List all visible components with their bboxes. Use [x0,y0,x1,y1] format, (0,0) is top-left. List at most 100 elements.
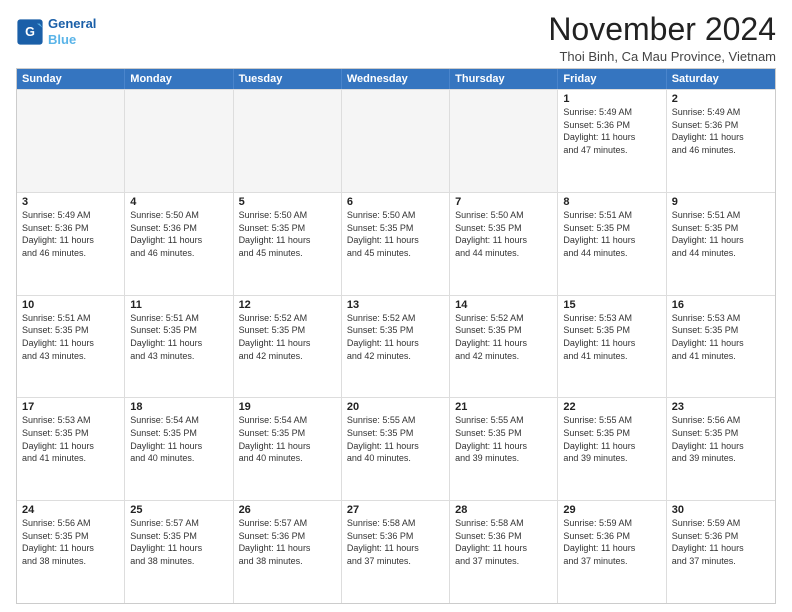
calendar-header: SundayMondayTuesdayWednesdayThursdayFrid… [17,69,775,89]
calendar-cell: 14Sunrise: 5:52 AM Sunset: 5:35 PM Dayli… [450,296,558,398]
calendar-row: 24Sunrise: 5:56 AM Sunset: 5:35 PM Dayli… [17,500,775,603]
day-number: 20 [347,401,444,413]
day-number: 6 [347,196,444,208]
day-number: 15 [563,299,660,311]
day-info: Sunrise: 5:50 AM Sunset: 5:35 PM Dayligh… [239,209,336,259]
logo-text: General Blue [48,16,96,47]
calendar-cell: 11Sunrise: 5:51 AM Sunset: 5:35 PM Dayli… [125,296,233,398]
day-info: Sunrise: 5:50 AM Sunset: 5:36 PM Dayligh… [130,209,227,259]
calendar-cell: 30Sunrise: 5:59 AM Sunset: 5:36 PM Dayli… [667,501,775,603]
svg-text:G: G [25,25,35,39]
day-info: Sunrise: 5:53 AM Sunset: 5:35 PM Dayligh… [672,312,770,362]
day-number: 10 [22,299,119,311]
day-number: 26 [239,504,336,516]
day-number: 5 [239,196,336,208]
day-info: Sunrise: 5:55 AM Sunset: 5:35 PM Dayligh… [563,414,660,464]
calendar-cell: 16Sunrise: 5:53 AM Sunset: 5:35 PM Dayli… [667,296,775,398]
logo-line2: Blue [48,32,96,48]
day-number: 29 [563,504,660,516]
day-number: 14 [455,299,552,311]
day-number: 7 [455,196,552,208]
calendar-cell: 24Sunrise: 5:56 AM Sunset: 5:35 PM Dayli… [17,501,125,603]
weekday-header: Thursday [450,69,558,89]
day-info: Sunrise: 5:55 AM Sunset: 5:35 PM Dayligh… [347,414,444,464]
day-number: 16 [672,299,770,311]
day-info: Sunrise: 5:50 AM Sunset: 5:35 PM Dayligh… [347,209,444,259]
day-info: Sunrise: 5:51 AM Sunset: 5:35 PM Dayligh… [563,209,660,259]
day-number: 3 [22,196,119,208]
calendar-cell: 7Sunrise: 5:50 AM Sunset: 5:35 PM Daylig… [450,193,558,295]
day-info: Sunrise: 5:52 AM Sunset: 5:35 PM Dayligh… [239,312,336,362]
calendar-cell: 15Sunrise: 5:53 AM Sunset: 5:35 PM Dayli… [558,296,666,398]
day-number: 27 [347,504,444,516]
calendar-cell: 20Sunrise: 5:55 AM Sunset: 5:35 PM Dayli… [342,398,450,500]
day-number: 13 [347,299,444,311]
calendar-cell: 19Sunrise: 5:54 AM Sunset: 5:35 PM Dayli… [234,398,342,500]
day-number: 21 [455,401,552,413]
calendar-cell: 6Sunrise: 5:50 AM Sunset: 5:35 PM Daylig… [342,193,450,295]
calendar-cell: 2Sunrise: 5:49 AM Sunset: 5:36 PM Daylig… [667,90,775,192]
day-info: Sunrise: 5:57 AM Sunset: 5:35 PM Dayligh… [130,517,227,567]
day-info: Sunrise: 5:49 AM Sunset: 5:36 PM Dayligh… [22,209,119,259]
day-number: 18 [130,401,227,413]
month-title: November 2024 [548,12,776,47]
calendar-row: 10Sunrise: 5:51 AM Sunset: 5:35 PM Dayli… [17,295,775,398]
day-number: 8 [563,196,660,208]
weekday-header: Sunday [17,69,125,89]
day-number: 9 [672,196,770,208]
day-info: Sunrise: 5:54 AM Sunset: 5:35 PM Dayligh… [130,414,227,464]
calendar-cell [17,90,125,192]
calendar-cell: 10Sunrise: 5:51 AM Sunset: 5:35 PM Dayli… [17,296,125,398]
calendar: SundayMondayTuesdayWednesdayThursdayFrid… [16,68,776,604]
calendar-cell [125,90,233,192]
day-number: 2 [672,93,770,105]
day-number: 11 [130,299,227,311]
day-info: Sunrise: 5:49 AM Sunset: 5:36 PM Dayligh… [563,106,660,156]
calendar-row: 1Sunrise: 5:49 AM Sunset: 5:36 PM Daylig… [17,89,775,192]
day-info: Sunrise: 5:58 AM Sunset: 5:36 PM Dayligh… [455,517,552,567]
day-number: 28 [455,504,552,516]
calendar-row: 17Sunrise: 5:53 AM Sunset: 5:35 PM Dayli… [17,397,775,500]
day-info: Sunrise: 5:51 AM Sunset: 5:35 PM Dayligh… [130,312,227,362]
day-number: 25 [130,504,227,516]
day-number: 4 [130,196,227,208]
weekday-header: Monday [125,69,233,89]
calendar-cell: 4Sunrise: 5:50 AM Sunset: 5:36 PM Daylig… [125,193,233,295]
day-number: 24 [22,504,119,516]
calendar-cell [450,90,558,192]
calendar-cell: 9Sunrise: 5:51 AM Sunset: 5:35 PM Daylig… [667,193,775,295]
day-info: Sunrise: 5:56 AM Sunset: 5:35 PM Dayligh… [22,517,119,567]
weekday-header: Wednesday [342,69,450,89]
day-number: 23 [672,401,770,413]
day-number: 22 [563,401,660,413]
weekday-header: Tuesday [234,69,342,89]
day-info: Sunrise: 5:55 AM Sunset: 5:35 PM Dayligh… [455,414,552,464]
day-info: Sunrise: 5:56 AM Sunset: 5:35 PM Dayligh… [672,414,770,464]
day-info: Sunrise: 5:51 AM Sunset: 5:35 PM Dayligh… [672,209,770,259]
calendar-cell: 13Sunrise: 5:52 AM Sunset: 5:35 PM Dayli… [342,296,450,398]
calendar-cell: 28Sunrise: 5:58 AM Sunset: 5:36 PM Dayli… [450,501,558,603]
calendar-cell: 27Sunrise: 5:58 AM Sunset: 5:36 PM Dayli… [342,501,450,603]
calendar-cell: 23Sunrise: 5:56 AM Sunset: 5:35 PM Dayli… [667,398,775,500]
calendar-cell: 1Sunrise: 5:49 AM Sunset: 5:36 PM Daylig… [558,90,666,192]
calendar-cell: 8Sunrise: 5:51 AM Sunset: 5:35 PM Daylig… [558,193,666,295]
day-info: Sunrise: 5:51 AM Sunset: 5:35 PM Dayligh… [22,312,119,362]
day-info: Sunrise: 5:59 AM Sunset: 5:36 PM Dayligh… [563,517,660,567]
day-number: 17 [22,401,119,413]
calendar-cell: 12Sunrise: 5:52 AM Sunset: 5:35 PM Dayli… [234,296,342,398]
calendar-page: G General Blue November 2024 Thoi Binh, … [0,0,792,612]
day-info: Sunrise: 5:53 AM Sunset: 5:35 PM Dayligh… [563,312,660,362]
location-subtitle: Thoi Binh, Ca Mau Province, Vietnam [548,49,776,64]
day-info: Sunrise: 5:59 AM Sunset: 5:36 PM Dayligh… [672,517,770,567]
weekday-header: Friday [558,69,666,89]
day-info: Sunrise: 5:52 AM Sunset: 5:35 PM Dayligh… [455,312,552,362]
day-number: 30 [672,504,770,516]
calendar-cell [342,90,450,192]
day-info: Sunrise: 5:57 AM Sunset: 5:36 PM Dayligh… [239,517,336,567]
calendar-body: 1Sunrise: 5:49 AM Sunset: 5:36 PM Daylig… [17,89,775,603]
day-info: Sunrise: 5:58 AM Sunset: 5:36 PM Dayligh… [347,517,444,567]
day-info: Sunrise: 5:53 AM Sunset: 5:35 PM Dayligh… [22,414,119,464]
calendar-cell: 3Sunrise: 5:49 AM Sunset: 5:36 PM Daylig… [17,193,125,295]
header: G General Blue November 2024 Thoi Binh, … [16,12,776,64]
calendar-cell [234,90,342,192]
